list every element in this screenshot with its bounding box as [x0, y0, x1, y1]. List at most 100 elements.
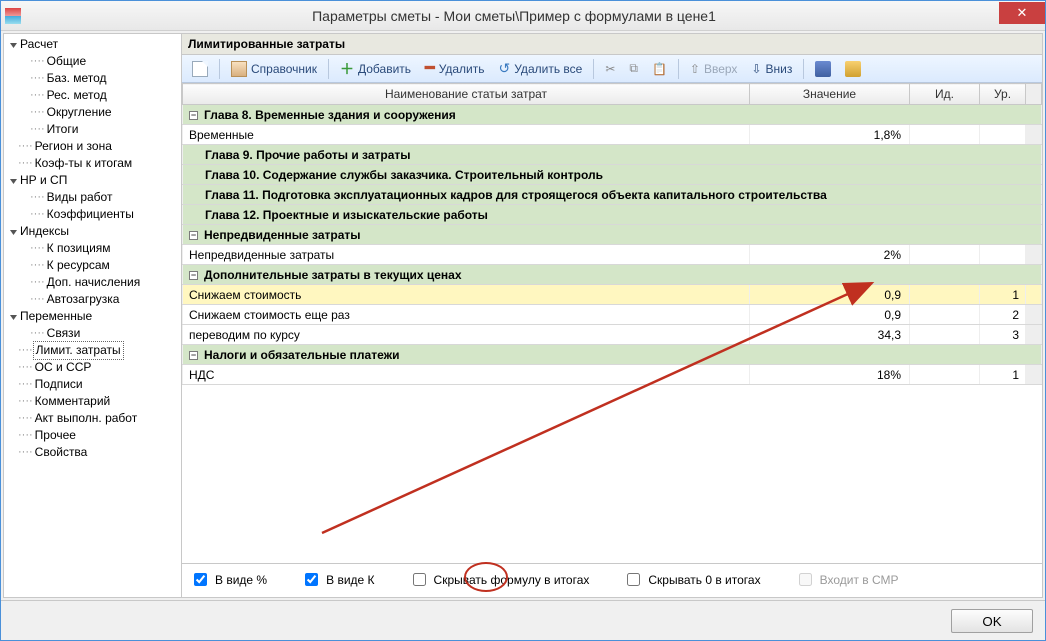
nav-tree[interactable]: Расчет····Общие····Баз. метод····Рес. ме…	[4, 34, 182, 597]
id-cell[interactable]	[910, 365, 980, 385]
opt-percent[interactable]: В виде %	[190, 570, 267, 589]
new-doc-button[interactable]	[186, 57, 214, 81]
table-row[interactable]: −Непредвиденные затраты	[183, 225, 1042, 245]
name-cell[interactable]: Непредвиденные затраты	[183, 245, 750, 265]
tree-item[interactable]: ····Округление	[4, 104, 181, 121]
id-cell[interactable]	[910, 285, 980, 305]
expand-icon[interactable]	[8, 312, 18, 322]
tree-item[interactable]: ····Акт выполн. работ	[4, 410, 181, 427]
name-cell[interactable]: Снижаем стоимость	[183, 285, 750, 305]
expand-icon[interactable]	[8, 40, 18, 50]
tree-item[interactable]: ····Рес. метод	[4, 87, 181, 104]
level-cell[interactable]: 2	[980, 305, 1026, 325]
opt-hide-formula[interactable]: Скрывать формулу в итогах	[409, 570, 590, 589]
tree-item[interactable]: ····Коэффициенты	[4, 206, 181, 223]
id-cell[interactable]	[910, 125, 980, 145]
collapse-icon[interactable]: −	[189, 351, 198, 360]
table-row[interactable]: −Дополнительные затраты в текущих ценах	[183, 265, 1042, 285]
col-id[interactable]: Ид.	[910, 84, 980, 105]
tree-item[interactable]: ····Подписи	[4, 376, 181, 393]
value-cell[interactable]: 18%	[750, 365, 910, 385]
tree-item[interactable]: ····Общие	[4, 53, 181, 70]
value-cell[interactable]: 34,3	[750, 325, 910, 345]
delete-button[interactable]: ━Удалить	[419, 57, 490, 81]
up-button[interactable]: ⇧Вверх	[684, 57, 744, 81]
value-cell[interactable]: 1,8%	[750, 125, 910, 145]
group-cell[interactable]: −Глава 8. Временные здания и сооружения	[183, 105, 1042, 125]
subhead-cell[interactable]: Глава 10. Содержание службы заказчика. С…	[183, 165, 1042, 185]
name-cell[interactable]: переводим по курсу	[183, 325, 750, 345]
subhead-cell[interactable]: Глава 11. Подготовка эксплуатационных ка…	[183, 185, 1042, 205]
save-button[interactable]	[809, 57, 837, 81]
value-cell[interactable]: 0,9	[750, 305, 910, 325]
opt-coeff[interactable]: В виде К	[301, 570, 374, 589]
opt-hide-zero[interactable]: Скрывать 0 в итогах	[623, 570, 760, 589]
expand-icon[interactable]	[8, 227, 18, 237]
expand-icon[interactable]	[8, 176, 18, 186]
collapse-icon[interactable]: −	[189, 271, 198, 280]
paste-button[interactable]: 📋	[646, 57, 673, 81]
name-cell[interactable]: Временные	[183, 125, 750, 145]
level-cell[interactable]: 3	[980, 325, 1026, 345]
tree-item[interactable]: ····Итоги	[4, 121, 181, 138]
table-row[interactable]: −Налоги и обязательные платежи	[183, 345, 1042, 365]
group-cell[interactable]: −Непредвиденные затраты	[183, 225, 1042, 245]
id-cell[interactable]	[910, 325, 980, 345]
cut-button[interactable]: ✂	[599, 57, 621, 81]
group-cell[interactable]: −Налоги и обязательные платежи	[183, 345, 1042, 365]
close-button[interactable]: ✕	[999, 2, 1045, 24]
tree-item[interactable]: Индексы	[4, 223, 181, 240]
tree-item[interactable]: Расчет	[4, 36, 181, 53]
tree-item[interactable]: ····К ресурсам	[4, 257, 181, 274]
level-cell[interactable]: 1	[980, 285, 1026, 305]
value-cell[interactable]: 0,9	[750, 285, 910, 305]
table-row[interactable]: Непредвиденные затраты2%	[183, 245, 1042, 265]
grid-area[interactable]: Наименование статьи затрат Значение Ид. …	[182, 83, 1042, 563]
copy-button[interactable]: ⧉	[623, 57, 644, 81]
ok-button[interactable]: OK	[951, 609, 1033, 633]
level-cell[interactable]	[980, 245, 1026, 265]
table-row[interactable]: −Глава 8. Временные здания и сооружения	[183, 105, 1042, 125]
tree-item[interactable]: НР и СП	[4, 172, 181, 189]
group-cell[interactable]: −Дополнительные затраты в текущих ценах	[183, 265, 1042, 285]
name-cell[interactable]: НДС	[183, 365, 750, 385]
open-button[interactable]	[839, 57, 867, 81]
table-row[interactable]: Глава 10. Содержание службы заказчика. С…	[183, 165, 1042, 185]
tree-item[interactable]: ····Комментарий	[4, 393, 181, 410]
tree-item[interactable]: ····Связи	[4, 325, 181, 342]
id-cell[interactable]	[910, 245, 980, 265]
percent-checkbox[interactable]	[194, 573, 207, 586]
value-cell[interactable]: 2%	[750, 245, 910, 265]
col-name[interactable]: Наименование статьи затрат	[183, 84, 750, 105]
tree-item[interactable]: ····Свойства	[4, 444, 181, 461]
table-row[interactable]: НДС18% 1	[183, 365, 1042, 385]
table-row[interactable]: Временные1,8%	[183, 125, 1042, 145]
subhead-cell[interactable]: Глава 12. Проектные и изыскательские раб…	[183, 205, 1042, 225]
down-button[interactable]: ⇩Вниз	[745, 57, 798, 81]
table-row[interactable]: Глава 12. Проектные и изыскательские раб…	[183, 205, 1042, 225]
level-cell[interactable]: 1	[980, 365, 1026, 385]
tree-item[interactable]: ····Баз. метод	[4, 70, 181, 87]
name-cell[interactable]: Снижаем стоимость еще раз	[183, 305, 750, 325]
table-row[interactable]: Глава 9. Прочие работы и затраты	[183, 145, 1042, 165]
tree-item[interactable]: ····ОС и ССР	[4, 359, 181, 376]
subhead-cell[interactable]: Глава 9. Прочие работы и затраты	[183, 145, 1042, 165]
table-row[interactable]: Снижаем стоимость0,9 1	[183, 285, 1042, 305]
coeff-checkbox[interactable]	[305, 573, 318, 586]
add-button[interactable]: ＋Добавить	[334, 57, 417, 81]
reference-button[interactable]: Справочник	[225, 57, 323, 81]
level-cell[interactable]	[980, 125, 1026, 145]
tree-item[interactable]: ····Прочее	[4, 427, 181, 444]
tree-item[interactable]: Переменные	[4, 308, 181, 325]
col-level[interactable]: Ур.	[980, 84, 1026, 105]
table-row[interactable]: переводим по курсу34,3 3	[183, 325, 1042, 345]
tree-item[interactable]: ····Доп. начисления	[4, 274, 181, 291]
id-cell[interactable]	[910, 305, 980, 325]
tree-item[interactable]: ····Виды работ	[4, 189, 181, 206]
table-row[interactable]: Глава 11. Подготовка эксплуатационных ка…	[183, 185, 1042, 205]
collapse-icon[interactable]: −	[189, 231, 198, 240]
tree-item[interactable]: ····Лимит. затраты	[4, 342, 181, 359]
tree-item[interactable]: ····Регион и зона	[4, 138, 181, 155]
hide-zero-checkbox[interactable]	[627, 573, 640, 586]
table-row[interactable]: Снижаем стоимость еще раз0,9 2	[183, 305, 1042, 325]
